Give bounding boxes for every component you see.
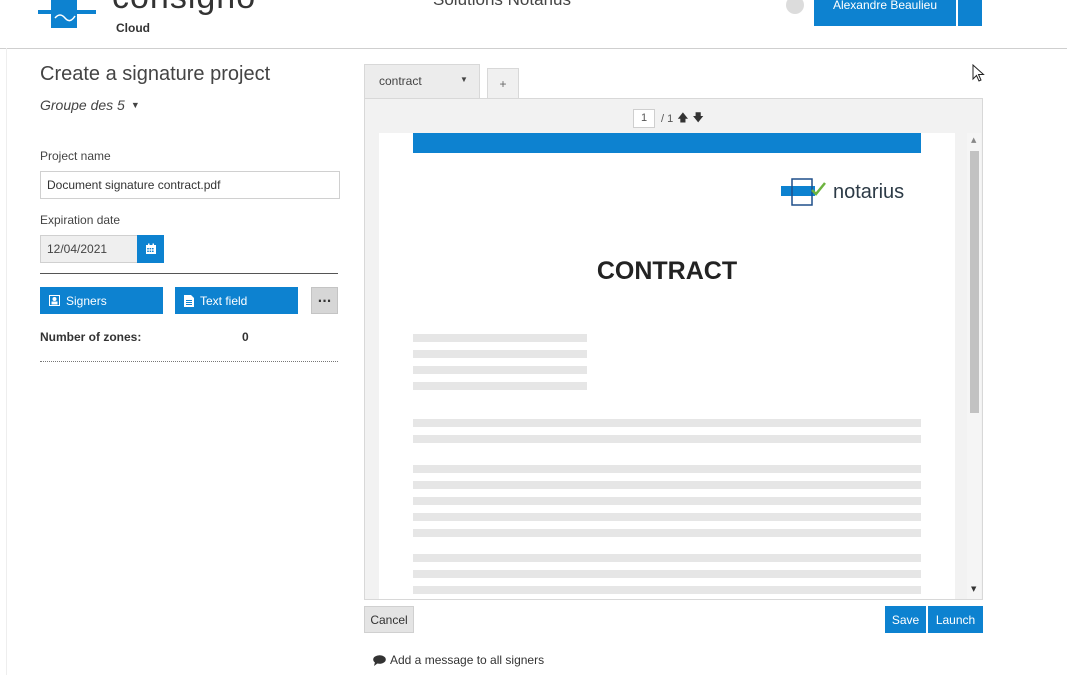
document-viewer: 1 / 1 🡅 🡇 notarius CONTRACT ▲ ▼: [364, 98, 983, 600]
arrow-down-icon[interactable]: 🡇: [693, 109, 704, 128]
text-line-placeholder: [413, 465, 921, 473]
notarius-wordmark: notarius: [833, 180, 905, 203]
calendar-button[interactable]: [137, 235, 164, 263]
logo-subtitle: Cloud: [116, 21, 150, 35]
expiration-date-value: 12/04/2021: [47, 242, 108, 256]
text-line-placeholder: [413, 419, 921, 427]
document-page[interactable]: notarius CONTRACT: [379, 133, 955, 599]
text-field-button[interactable]: Text field: [175, 287, 298, 314]
add-message-label: Add a message to all signers: [390, 653, 545, 667]
ellipsis-icon: ···: [317, 293, 332, 308]
scrollbar-thumb[interactable]: [970, 151, 979, 413]
page-number-input[interactable]: 1: [633, 109, 655, 128]
user-menu-button[interactable]: Alexandre Beaulieu: [814, 0, 956, 26]
text-line-placeholder: [413, 481, 921, 489]
consigno-logo-icon: [38, 0, 96, 28]
document-title: CONTRACT: [596, 257, 738, 285]
tab-contract-label: contract: [379, 74, 422, 88]
text-line-placeholder: [413, 570, 921, 578]
text-line-placeholder: [413, 366, 587, 374]
text-line-placeholder: [413, 513, 921, 521]
page-title: Create a signature project: [40, 63, 271, 85]
save-button[interactable]: Save: [885, 606, 926, 633]
app-header: consigno Cloud Solutions Notarius Alexan…: [0, 0, 1067, 49]
zones-count-value: 0: [242, 330, 249, 344]
group-dropdown[interactable]: Groupe des 5 ▼: [40, 97, 140, 113]
text-line-placeholder: [413, 350, 587, 358]
chevron-down-icon[interactable]: ▼: [460, 75, 468, 84]
logo-wordmark: consigno: [112, 0, 256, 17]
project-name-value: Document signature contract.pdf: [47, 178, 221, 192]
launch-button[interactable]: Launch: [928, 606, 983, 633]
user-menu-caret-button[interactable]: [958, 0, 982, 26]
text-line-placeholder: [413, 334, 587, 342]
zones-count-label: Number of zones:: [40, 330, 142, 344]
text-field-button-label: Text field: [200, 293, 248, 308]
page-edge: [6, 48, 7, 675]
arrow-up-icon[interactable]: 🡅: [677, 109, 688, 128]
text-line-placeholder: [413, 435, 921, 443]
more-options-button[interactable]: ···: [311, 287, 338, 314]
add-message-link[interactable]: Add a message to all signers: [373, 653, 544, 667]
expiration-date-input[interactable]: 12/04/2021: [40, 235, 137, 263]
viewer-scrollbar[interactable]: ▲ ▼: [967, 133, 981, 599]
tab-contract[interactable]: contract ▼: [364, 64, 480, 98]
notarius-logo-icon: [781, 178, 826, 206]
comment-icon: [373, 654, 386, 666]
calendar-icon: [145, 243, 156, 254]
section-divider: [40, 273, 338, 274]
document-header-bar: [413, 133, 921, 153]
document-icon: [184, 294, 194, 307]
page-total: / 1: [661, 112, 674, 125]
signer-icon: [49, 295, 60, 306]
text-line-placeholder: [413, 554, 921, 562]
text-line-placeholder: [413, 382, 587, 390]
page-navigator: 1 / 1 🡅 🡇: [633, 109, 704, 128]
notarius-logo: notarius: [781, 177, 904, 207]
project-name-label: Project name: [40, 149, 111, 163]
add-document-tab[interactable]: +: [487, 68, 519, 98]
cancel-button[interactable]: Cancel: [364, 606, 414, 633]
scroll-up-icon[interactable]: ▲: [971, 136, 976, 144]
organization-name: Solutions Notarius: [433, 0, 571, 10]
expiration-date-label: Expiration date: [40, 213, 121, 227]
group-dropdown-label: Groupe des 5: [40, 97, 125, 113]
text-line-placeholder: [413, 586, 921, 594]
chevron-down-icon: ▼: [130, 100, 140, 110]
project-name-input[interactable]: Document signature contract.pdf: [40, 171, 340, 199]
dotted-divider: [40, 361, 338, 362]
mouse-pointer-icon: [972, 64, 985, 82]
scroll-down-icon[interactable]: ▼: [971, 585, 976, 593]
signers-button-label: Signers: [66, 293, 107, 308]
user-avatar[interactable]: [786, 0, 804, 14]
signers-button[interactable]: Signers: [40, 287, 163, 314]
text-line-placeholder: [413, 529, 921, 537]
text-line-placeholder: [413, 497, 921, 505]
